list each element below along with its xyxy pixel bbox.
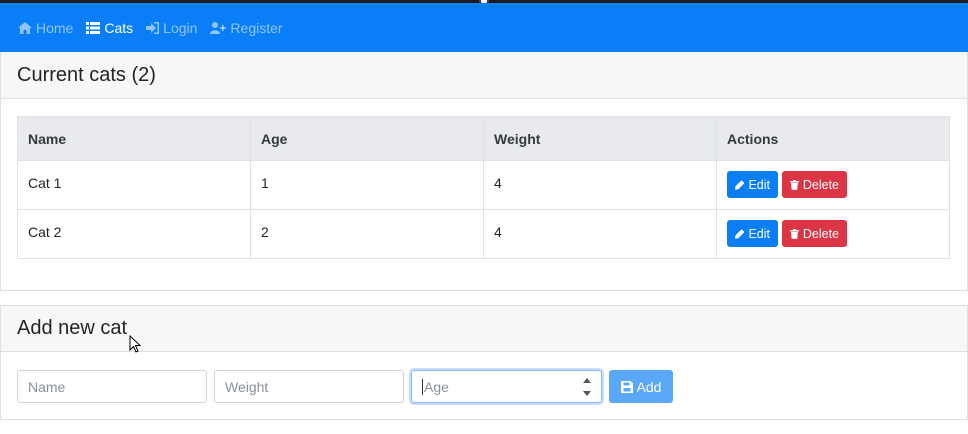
current-cats-card: Current cats (2) Name Age Weight Actions… bbox=[0, 52, 968, 291]
add-button[interactable]: Add bbox=[609, 370, 673, 403]
sign-in-icon bbox=[146, 21, 160, 34]
save-icon bbox=[620, 380, 633, 393]
add-cat-header: Add new cat bbox=[1, 306, 967, 352]
add-button-label: Add bbox=[636, 378, 662, 395]
trash-icon bbox=[790, 228, 799, 239]
list-icon bbox=[86, 21, 101, 34]
nav-login-label: Login bbox=[163, 19, 198, 36]
home-icon bbox=[18, 21, 32, 34]
user-plus-icon bbox=[210, 21, 227, 34]
delete-button[interactable]: Delete bbox=[782, 171, 847, 198]
nav-login[interactable]: Login bbox=[146, 20, 197, 36]
delete-button-label: Delete bbox=[802, 177, 839, 192]
cat-age-cell: 1 bbox=[250, 160, 484, 210]
nav-home[interactable]: Home bbox=[18, 20, 73, 36]
age-input[interactable]: Age bbox=[411, 370, 602, 403]
chevron-down-icon[interactable] bbox=[583, 391, 591, 396]
table-row: Cat 1 1 4 Edit Delete bbox=[17, 160, 950, 210]
name-input[interactable]: Name bbox=[17, 370, 207, 403]
nav-register[interactable]: Register bbox=[210, 19, 283, 36]
column-header-age: Age bbox=[250, 116, 484, 161]
text-caret bbox=[422, 378, 423, 395]
age-input-placeholder: Age bbox=[424, 378, 449, 395]
pencil-icon bbox=[735, 179, 745, 190]
nav-cats-label: Cats bbox=[104, 19, 134, 36]
weight-input[interactable]: Weight bbox=[214, 370, 404, 403]
navbar: Home Cats Login Register bbox=[0, 3, 968, 52]
cat-age-cell: 2 bbox=[250, 209, 484, 259]
table-row: Cat 2 2 4 Edit Delete bbox=[17, 209, 950, 259]
cat-actions-cell: Edit Delete bbox=[716, 160, 950, 210]
column-header-name: Name bbox=[17, 116, 251, 161]
cat-name-cell: Cat 1 bbox=[17, 160, 251, 210]
nav-register-label: Register bbox=[230, 19, 283, 36]
chevron-up-icon[interactable] bbox=[583, 378, 591, 383]
table-header-row: Name Age Weight Actions bbox=[17, 116, 950, 161]
add-cat-card: Add new cat Name Weight Age Add bbox=[0, 305, 968, 420]
nav-cats[interactable]: Cats bbox=[86, 20, 133, 36]
edit-button[interactable]: Edit bbox=[727, 171, 778, 198]
weight-input-placeholder: Weight bbox=[225, 378, 269, 395]
cat-weight-cell: 4 bbox=[483, 160, 717, 210]
column-header-weight: Weight bbox=[483, 116, 717, 161]
delete-button-label: Delete bbox=[802, 226, 839, 241]
current-cats-header: Current cats (2) bbox=[1, 52, 967, 99]
edit-button-label: Edit bbox=[748, 177, 770, 192]
cats-table: Name Age Weight Actions Cat 1 1 4 Edit D… bbox=[17, 116, 950, 259]
trash-icon bbox=[790, 179, 799, 190]
age-stepper[interactable] bbox=[583, 378, 591, 396]
column-header-actions: Actions bbox=[716, 116, 950, 161]
delete-button[interactable]: Delete bbox=[782, 220, 847, 247]
mouse-pointer-icon bbox=[129, 335, 141, 353]
add-cat-title: Add new cat bbox=[17, 317, 128, 339]
cat-actions-cell: Edit Delete bbox=[716, 209, 950, 259]
cat-weight-cell: 4 bbox=[483, 209, 717, 259]
edit-button-label: Edit bbox=[748, 226, 770, 241]
edit-button[interactable]: Edit bbox=[727, 220, 778, 247]
pencil-icon bbox=[735, 228, 745, 239]
add-cat-form: Name Weight Age Add bbox=[17, 370, 673, 403]
nav-home-label: Home bbox=[36, 19, 74, 36]
name-input-placeholder: Name bbox=[28, 378, 66, 395]
cat-name-cell: Cat 2 bbox=[17, 209, 251, 259]
current-cats-title: Current cats (2) bbox=[17, 63, 156, 86]
